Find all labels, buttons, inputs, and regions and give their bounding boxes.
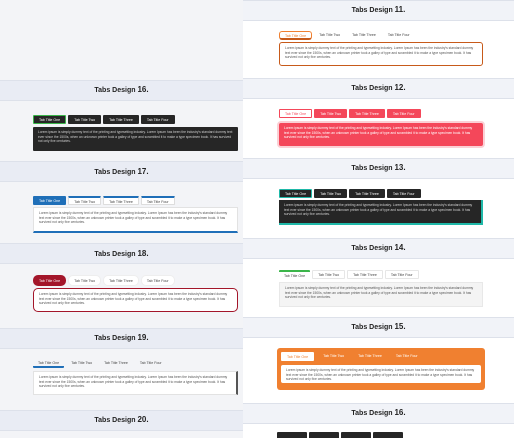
tab-bar-15: Tab Title One Tab Title Two Tab Title Th…	[281, 352, 481, 361]
tab-two[interactable]: Tab Title Two	[66, 359, 97, 368]
tab-one[interactable]: Tab Title One	[33, 115, 67, 124]
tab-two[interactable]: Tab Title Two	[318, 352, 349, 361]
section-title-18: Tabs Design 18.	[94, 249, 149, 258]
tab-bar-12: Tab Title One Tab Title Two Tab Title Th…	[279, 109, 421, 118]
tab-panel-11: Lorem ipsum is simply dummy text of the …	[279, 42, 483, 66]
section-title-19: Tabs Design 19.	[94, 333, 149, 342]
tab-panel-14: Lorem ipsum is simply dummy text of the …	[279, 282, 483, 307]
tab-panel-15: Lorem ipsum is simply dummy text of the …	[281, 365, 481, 383]
section-title-16: Tabs Design 16.	[94, 85, 149, 94]
tab-bar-14: Tab Title One Tab Title Two Tab Title Th…	[279, 270, 419, 279]
tab-four[interactable]: Tab Title Four	[383, 31, 415, 40]
tab-three[interactable]: Tab Title Three	[103, 196, 139, 205]
tab-four[interactable]: Tab Title Four	[384, 270, 419, 279]
tab-three[interactable]	[341, 432, 371, 438]
tab-four[interactable]: Tab Title Four	[391, 352, 423, 361]
tab-two[interactable]: Tab Title Two	[68, 275, 102, 286]
tab-three[interactable]: Tab Title Three	[353, 352, 387, 361]
tab-four[interactable]: Tab Title Four	[135, 359, 167, 368]
tab-container-15: Tab Title One Tab Title Two Tab Title Th…	[277, 348, 485, 390]
tab-two[interactable]: Tab Title Two	[314, 109, 348, 118]
tab-four[interactable]: Tab Title Four	[386, 109, 421, 118]
tab-bar-17: Tab Title One Tab Title Two Tab Title Th…	[33, 196, 175, 205]
tab-one[interactable]: Tab Title One	[279, 189, 313, 198]
tab-one[interactable]	[277, 432, 307, 438]
tab-one[interactable]: Tab Title One	[279, 270, 311, 279]
section-title-20: Tabs Design 20.	[94, 415, 149, 424]
tab-one[interactable]: Tab Title One	[33, 275, 67, 286]
section-title-12: Tabs Design 12.	[351, 83, 406, 92]
tab-bar-13: Tab Title One Tab Title Two Tab Title Th…	[279, 189, 421, 198]
tab-one[interactable]: Tab Title One	[279, 109, 313, 118]
tab-panel-12: Lorem ipsum is simply dummy text of the …	[277, 121, 485, 148]
tab-bar-11: Tab Title One Tab Title Two Tab Title Th…	[279, 31, 415, 40]
tab-panel-19: Lorem ipsum is simply dummy text of the …	[33, 371, 238, 395]
tab-three[interactable]: Tab Title Three	[347, 270, 383, 279]
tab-panel-17: Lorem ipsum is simply dummy text of the …	[33, 207, 238, 233]
tab-one[interactable]: Tab Title One	[33, 359, 65, 368]
tab-panel-16: Lorem ipsum is simply dummy text of the …	[33, 127, 238, 151]
section-title-16b: Tabs Design 16.	[351, 408, 406, 417]
section-title-14: Tabs Design 14.	[351, 243, 406, 252]
tab-four[interactable]: Tab Title Four	[140, 115, 175, 124]
section-title-17: Tabs Design 17.	[94, 167, 149, 176]
tab-panel-13: Lorem ipsum is simply dummy text of the …	[279, 200, 483, 225]
tab-bar-16: Tab Title One Tab Title Two Tab Title Th…	[33, 115, 175, 124]
tab-four[interactable]: Tab Title Four	[386, 189, 421, 198]
section-title-15: Tabs Design 15.	[351, 322, 406, 331]
tab-four[interactable]	[373, 432, 403, 438]
tab-one[interactable]: Tab Title One	[33, 196, 67, 205]
tab-bar-19: Tab Title One Tab Title Two Tab Title Th…	[33, 359, 167, 368]
right-column: Tabs Design 11. Tab Title One Tab Title …	[243, 0, 514, 438]
tab-one[interactable]: Tab Title One	[279, 31, 313, 40]
tab-panel-18: Lorem ipsum is simply dummy text of the …	[33, 288, 238, 312]
section-title-11: Tabs Design 11.	[351, 5, 406, 14]
tab-three[interactable]: Tab Title Three	[349, 189, 385, 198]
tab-bar-18: Tab Title One Tab Title Two Tab Title Th…	[33, 275, 175, 286]
tab-two[interactable]: Tab Title Two	[68, 196, 102, 205]
tab-two[interactable]: Tab Title Two	[314, 189, 348, 198]
tab-four[interactable]: Tab Title Four	[140, 196, 175, 205]
tab-four[interactable]: Tab Title Four	[140, 275, 175, 286]
tab-three[interactable]: Tab Title Three	[103, 275, 139, 286]
tab-three[interactable]: Tab Title Three	[103, 115, 139, 124]
tab-one[interactable]: Tab Title One	[281, 352, 315, 361]
tab-three[interactable]: Tab Title Three	[99, 359, 133, 368]
tab-three[interactable]: Tab Title Three	[347, 31, 381, 40]
tab-three[interactable]: Tab Title Three	[349, 109, 385, 118]
tab-two[interactable]	[309, 432, 339, 438]
left-column: Tabs Design 16. Tab Title One Tab Title …	[0, 0, 243, 438]
tab-two[interactable]: Tab Title Two	[312, 270, 346, 279]
tab-two[interactable]: Tab Title Two	[314, 31, 345, 40]
section-title-13: Tabs Design 13.	[351, 163, 406, 172]
tab-two[interactable]: Tab Title Two	[68, 115, 102, 124]
tab-bar-16b	[277, 432, 403, 438]
